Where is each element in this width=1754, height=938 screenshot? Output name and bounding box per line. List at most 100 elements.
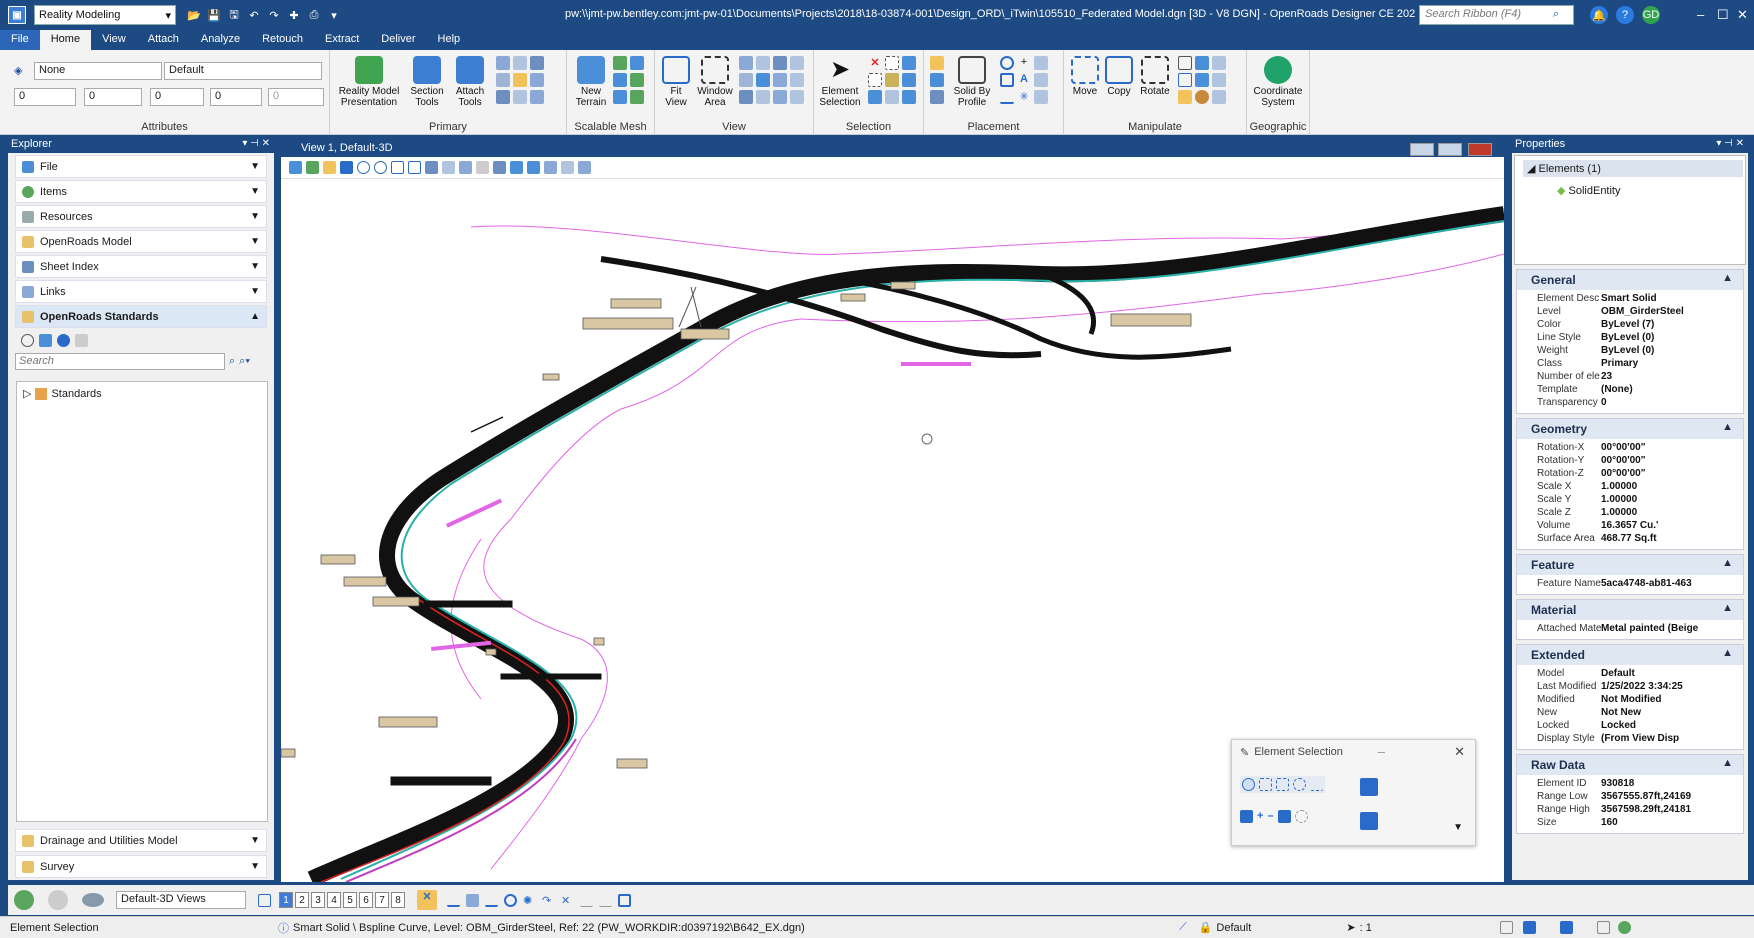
- dropdown-icon[interactable]: [790, 56, 804, 70]
- tool-icon[interactable]: [630, 73, 644, 87]
- line-method-icon[interactable]: [1310, 778, 1323, 791]
- level-manager-icon[interactable]: ◈: [14, 64, 22, 77]
- tool-icon[interactable]: [496, 90, 510, 104]
- previous-view-icon[interactable]: [476, 161, 489, 174]
- tool-icon[interactable]: [630, 90, 644, 104]
- property-value[interactable]: Smart Solid: [1601, 293, 1711, 306]
- view-icon[interactable]: [756, 90, 770, 104]
- status-tool-icon[interactable]: [1522, 921, 1536, 934]
- next-view-icon[interactable]: [493, 161, 506, 174]
- clip-volume-icon[interactable]: [544, 161, 557, 174]
- fence-icon[interactable]: [868, 73, 882, 87]
- dropdown-icon[interactable]: [1034, 73, 1048, 87]
- dropdown-icon[interactable]: [1212, 56, 1226, 70]
- copy-button[interactable]: Copy: [1102, 56, 1136, 97]
- walk-icon[interactable]: [459, 161, 472, 174]
- dropdown-icon[interactable]: [1034, 56, 1048, 70]
- text-style-combo[interactable]: Default: [164, 62, 322, 80]
- collapse-icon[interactable]: ▲: [1722, 602, 1733, 614]
- tool-icon[interactable]: [513, 73, 527, 87]
- camera-icon[interactable]: [527, 161, 540, 174]
- snap-nearest-icon[interactable]: [447, 894, 460, 907]
- view-icon[interactable]: [739, 90, 753, 104]
- snap-bisector-icon[interactable]: ↷: [542, 894, 555, 907]
- add-mode-icon[interactable]: +: [1257, 810, 1263, 823]
- tool-icon[interactable]: [513, 56, 527, 70]
- transparency-combo[interactable]: 0: [210, 88, 262, 106]
- rectangle-icon[interactable]: [1000, 73, 1014, 87]
- dropdown-icon[interactable]: [1212, 90, 1226, 104]
- view-icon[interactable]: [773, 90, 787, 104]
- view-2-button[interactable]: 2: [295, 892, 309, 908]
- priority-combo[interactable]: 0: [268, 88, 324, 106]
- tree-item-elements[interactable]: ◢ Elements (1): [1523, 160, 1743, 177]
- dropdown-icon[interactable]: [1034, 90, 1048, 104]
- section-header[interactable]: Extended ▲: [1517, 645, 1743, 665]
- property-value[interactable]: 468.77 Sq.ft: [1601, 533, 1711, 546]
- property-value[interactable]: Not Modified: [1601, 694, 1711, 707]
- explorer-item-links[interactable]: Links ▼: [15, 280, 267, 303]
- property-value[interactable]: ByLevel (7): [1601, 319, 1711, 332]
- property-value[interactable]: OBM_GirderSteel: [1601, 306, 1711, 319]
- pan-icon[interactable]: [442, 161, 455, 174]
- tab-attach[interactable]: Attach: [137, 30, 190, 50]
- property-value[interactable]: Metal painted (Beige: [1601, 623, 1711, 636]
- refresh-icon[interactable]: [21, 333, 34, 347]
- coordinate-system-button[interactable]: Coordinate System: [1249, 56, 1307, 108]
- tab-retouch[interactable]: Retouch: [251, 30, 314, 50]
- rotate-icon[interactable]: [425, 161, 438, 174]
- minimize-icon[interactable]: –: [1378, 744, 1385, 759]
- tool-icon[interactable]: [513, 90, 527, 104]
- tool-icon[interactable]: [930, 56, 944, 70]
- property-value[interactable]: Default: [1601, 668, 1711, 681]
- section-header[interactable]: General ▲: [1517, 270, 1743, 290]
- rotate-view-icon[interactable]: [756, 73, 770, 87]
- tool-icon[interactable]: [530, 56, 544, 70]
- tool-icon[interactable]: [1178, 56, 1192, 70]
- undo-icon[interactable]: ↶: [246, 7, 262, 23]
- copy-view-icon[interactable]: [510, 161, 523, 174]
- section-header[interactable]: Material ▲: [1517, 600, 1743, 620]
- status-tool-icon[interactable]: [1617, 921, 1631, 934]
- attach-tools-button[interactable]: Attach Tools: [450, 56, 490, 108]
- status-tool-icon[interactable]: [1499, 921, 1513, 934]
- property-value[interactable]: 3567598.29ft,24181: [1601, 804, 1711, 817]
- view-restore-icon[interactable]: [1438, 143, 1462, 156]
- search-ribbon-input[interactable]: Search Ribbon (F4) ⌕: [1419, 5, 1574, 25]
- tool-icon[interactable]: [930, 90, 944, 104]
- circle-method-icon[interactable]: [1293, 778, 1306, 791]
- tool-icon[interactable]: [530, 90, 544, 104]
- arc-icon[interactable]: [1000, 90, 1014, 104]
- explorer-item-sheet-index[interactable]: Sheet Index ▼: [15, 255, 267, 278]
- explorer-item-file[interactable]: File ▼: [15, 155, 267, 178]
- snap-perpendicular-icon[interactable]: [599, 894, 612, 907]
- property-value[interactable]: 00°00'00": [1601, 455, 1711, 468]
- pin-icon[interactable]: ✚: [286, 7, 302, 23]
- clear-mode-icon[interactable]: [1294, 810, 1308, 823]
- property-value[interactable]: 00°00'00": [1601, 468, 1711, 481]
- dropdown-icon[interactable]: [790, 73, 804, 87]
- views-manager-icon[interactable]: [258, 893, 271, 907]
- tool-icon[interactable]: [1178, 90, 1192, 104]
- view-1-button[interactable]: 1: [279, 892, 293, 908]
- print-icon[interactable]: ⎙: [306, 7, 322, 23]
- explorer-item-items[interactable]: Items ▼: [15, 180, 267, 203]
- tool-icon[interactable]: [613, 56, 627, 70]
- explorer-item-resources[interactable]: Resources ▼: [15, 205, 267, 228]
- window-area-icon[interactable]: [391, 161, 404, 174]
- lock-icon[interactable]: 🔒: [1199, 921, 1213, 934]
- maximize-icon[interactable]: ☐: [1717, 7, 1729, 23]
- property-value[interactable]: 1.00000: [1601, 507, 1711, 520]
- fit-view-button[interactable]: Fit View: [659, 56, 693, 108]
- section-tools-button[interactable]: Section Tools: [406, 56, 448, 108]
- search-icon[interactable]: ⌕: [229, 355, 235, 368]
- subtract-mode-icon[interactable]: –: [1267, 810, 1273, 823]
- select-all-icon[interactable]: [1360, 812, 1378, 830]
- tool-icon[interactable]: [613, 73, 627, 87]
- explorer-item-survey[interactable]: Survey ▼: [15, 855, 267, 878]
- search-options-icon[interactable]: ⌕▾: [239, 355, 250, 368]
- tab-help[interactable]: Help: [427, 30, 472, 50]
- reality-model-presentation-button[interactable]: Reality Model Presentation: [334, 56, 404, 108]
- accudraw-icon[interactable]: ⟋: [1179, 921, 1187, 934]
- workflow-select[interactable]: Reality Modeling ▾: [34, 5, 176, 25]
